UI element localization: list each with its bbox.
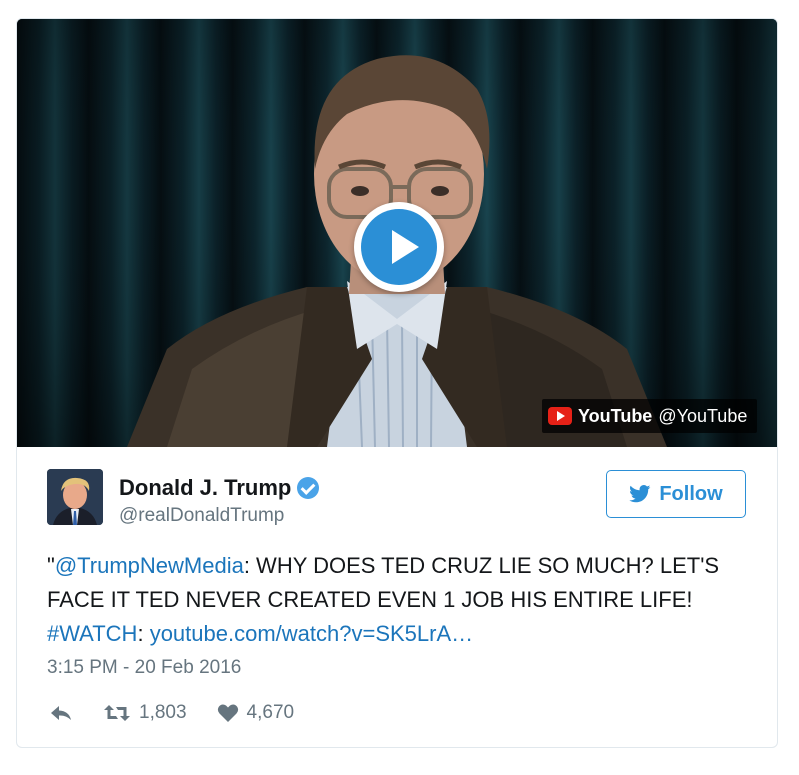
retweet-count: 1,803 [139, 702, 187, 723]
heart-icon [217, 704, 238, 722]
youtube-logo-icon [548, 407, 572, 425]
play-button[interactable] [354, 202, 444, 292]
like-count: 4,670 [246, 702, 295, 723]
youtube-attribution[interactable]: YouTube @YouTube [542, 399, 758, 433]
tweet-actions: 1,803 4,670 [49, 701, 324, 725]
play-icon [392, 230, 419, 264]
reply-icon [51, 706, 71, 720]
tweet-card: YouTube @YouTube Donald J. Trump @realDo… [16, 18, 778, 748]
hashtag-link[interactable]: #WATCH [47, 621, 137, 646]
avatar-image [47, 469, 103, 525]
youtube-handle-label: @YouTube [658, 405, 748, 426]
mention-link[interactable]: @TrumpNewMedia [55, 553, 244, 578]
tweet-timestamp[interactable]: 3:15 PM - 20 Feb 2016 [47, 657, 241, 679]
verified-badge-icon [297, 477, 320, 499]
retweet-button[interactable]: 1,803 [103, 702, 187, 724]
follow-label: Follow [659, 482, 723, 505]
tweet-text: "@TrumpNewMedia: WHY DOES TED CRUZ LIE S… [47, 553, 720, 646]
youtube-brand-label: YouTube [578, 405, 653, 426]
twitter-bird-icon [629, 485, 651, 503]
retweet-icon [104, 705, 130, 721]
like-button[interactable]: 4,670 [217, 702, 295, 724]
url-link[interactable]: youtube.com/watch?v=SK5LrA… [150, 621, 473, 646]
follow-button[interactable]: Follow [606, 470, 746, 518]
display-name[interactable]: Donald J. Trump [119, 475, 291, 501]
video-thumbnail[interactable]: YouTube @YouTube [17, 19, 777, 447]
avatar[interactable] [47, 469, 103, 525]
user-handle[interactable]: @realDonaldTrump [119, 505, 284, 527]
reply-button[interactable] [49, 703, 73, 723]
